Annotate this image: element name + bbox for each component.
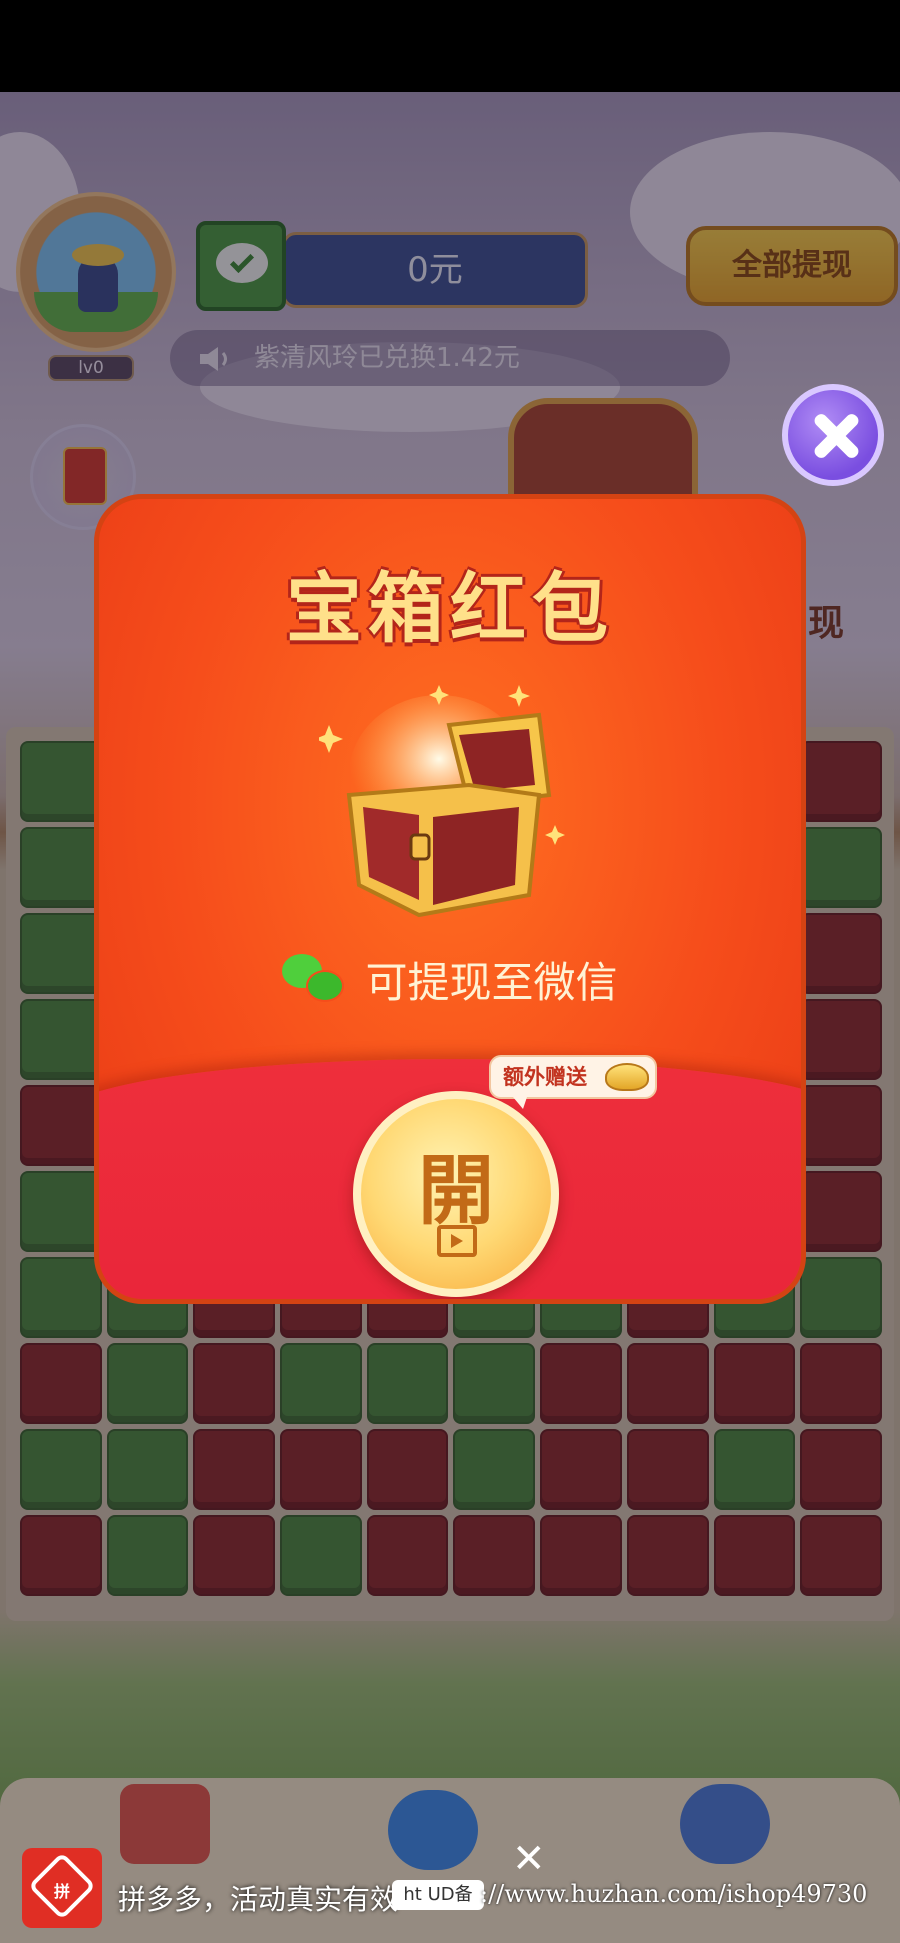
gold-ingot-icon bbox=[605, 1063, 649, 1091]
modal-title: 宝箱红包 bbox=[286, 564, 614, 653]
video-icon bbox=[437, 1225, 477, 1257]
withdraw-note: 可提现至微信 bbox=[365, 958, 618, 1007]
bonus-tag-text: 额外赠送 bbox=[503, 1065, 587, 1089]
ad-text[interactable]: 拼多多，活动真实有效 bbox=[118, 1878, 398, 1918]
bonus-tag: 额外赠送 bbox=[489, 1055, 657, 1109]
ad-close-icon[interactable]: ✕ bbox=[512, 1836, 546, 1882]
wechat-icon bbox=[282, 953, 348, 1006]
ad-chip: ht UD备 bbox=[392, 1880, 484, 1910]
open-redpacket-button[interactable]: 開 bbox=[353, 1091, 559, 1297]
status-bar bbox=[0, 0, 900, 92]
withdraw-to-wechat: 可提现至微信 bbox=[99, 949, 801, 1010]
watermark: ://www.huzhan.com/ishop49730 bbox=[480, 1880, 868, 1908]
open-button-label: 開 bbox=[418, 1146, 494, 1235]
treasure-chest-icon bbox=[319, 685, 565, 918]
treasure-redpacket-modal: 宝箱红包 可提现至微信 開 额外赠送 bbox=[94, 494, 806, 1304]
logo-label: 拼 bbox=[53, 1882, 70, 1901]
close-button[interactable] bbox=[782, 384, 884, 486]
pinduoduo-logo[interactable]: 拼 bbox=[22, 1848, 102, 1928]
game-screen: lv0 0元 全部提现 紫清风玲已兑换1.42元 现 宝箱红包 可提现至微信 開… bbox=[0, 0, 900, 1943]
